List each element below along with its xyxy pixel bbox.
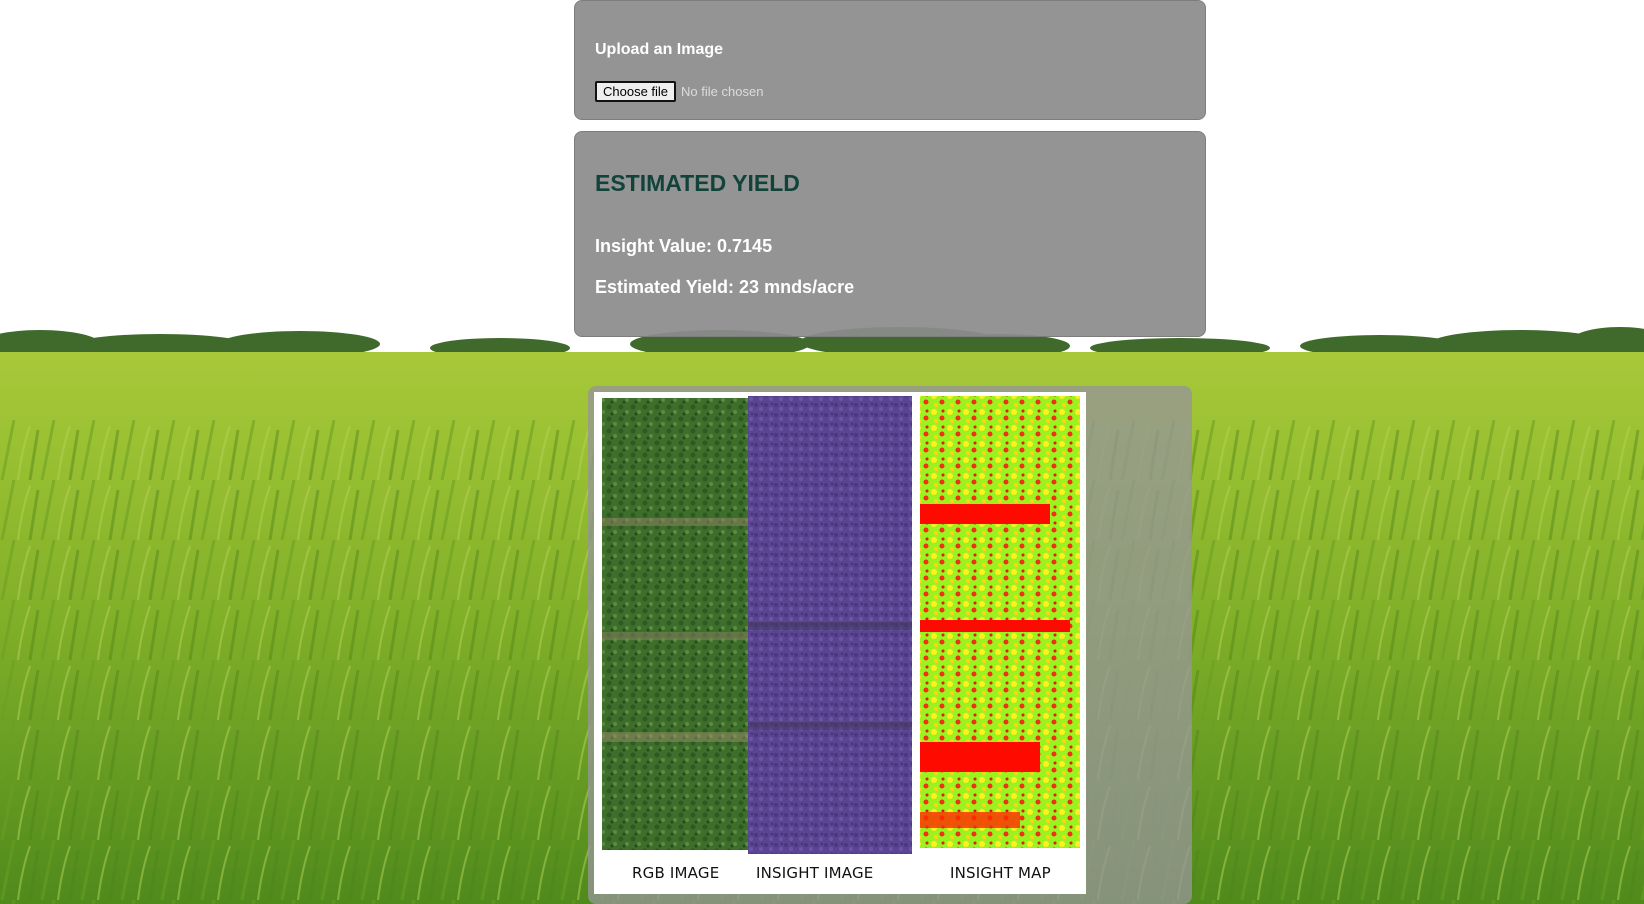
estimated-yield-panel: ESTIMATED YIELD Insight Value: 0.7145 Es… [574, 131, 1206, 337]
insight-map-label: INSIGHT MAP [950, 864, 1051, 882]
file-input[interactable]: Choose file No file chosen [595, 81, 763, 102]
result-image-panel: RGB IMAGE INSIGHT IMAGE INSIGHT MAP [588, 386, 1192, 904]
estimated-yield-heading: ESTIMATED YIELD [595, 170, 800, 196]
insight-value-text: Insight Value: 0.7145 [595, 236, 773, 256]
estimated-yield-text: Estimated Yield: 23 mnds/acre [595, 277, 855, 297]
result-image: RGB IMAGE INSIGHT IMAGE INSIGHT MAP [594, 392, 1086, 894]
page: Upload an Image Choose file No file chos… [0, 0, 1644, 904]
file-status-text: No file chosen [681, 84, 764, 99]
rgb-image-label: RGB IMAGE [632, 864, 720, 882]
upload-panel: Upload an Image Choose file No file chos… [574, 0, 1206, 120]
upload-title: Upload an Image [595, 41, 724, 58]
insight-image-label: INSIGHT IMAGE [756, 864, 874, 882]
result-image-graphic [602, 396, 1080, 854]
choose-file-button[interactable]: Choose file [595, 81, 677, 102]
